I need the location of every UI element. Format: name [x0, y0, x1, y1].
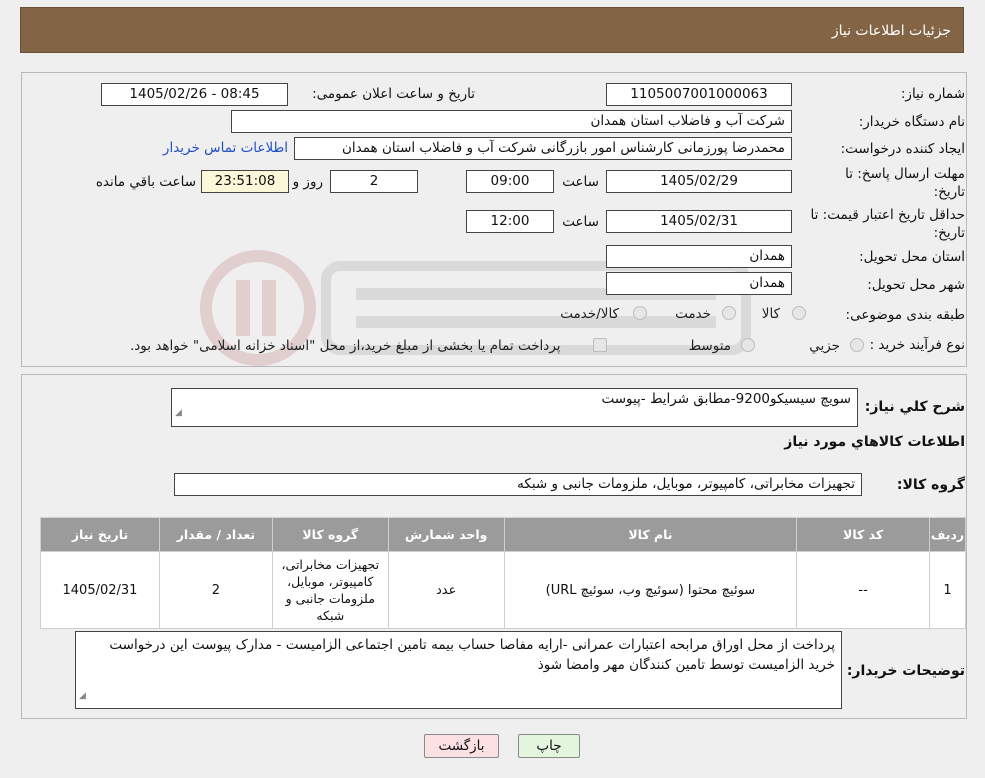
buyer-org-label: نام دستگاه خریدار: [858, 114, 965, 130]
col-quantity: تعداد / مقدار [158, 517, 273, 552]
province-field: همدان [606, 245, 792, 268]
col-row: رديف [929, 517, 966, 552]
need-number-field: 1105007001000063 [606, 83, 792, 106]
cell-row: 1 [929, 551, 966, 629]
announce-datetime-field: 1405/02/26 - 08:45 [101, 83, 288, 106]
process-type-label: نوع فرآیند خرید : [869, 337, 965, 353]
need-number-label: شماره نیاز: [900, 86, 965, 102]
days-remaining-field: 2 [330, 170, 418, 193]
page-title: جزئیات اطلاعات نیاز [831, 23, 951, 39]
days-label: روز و [292, 174, 323, 190]
validity-label-date: تاریخ: [933, 225, 965, 241]
deadline-label-date: تاریخ: [933, 184, 965, 200]
time-remaining-field: 23:51:08 [201, 170, 289, 193]
validity-time-field: 12:00 [466, 210, 554, 233]
cell-date: 1405/02/31 [40, 551, 160, 629]
col-date: تاريخ نياز [40, 517, 160, 552]
category-service-label: خدمت [675, 306, 711, 322]
deadline-date-field: 1405/02/29 [606, 170, 792, 193]
goods-group-label: گروه کالا: [896, 477, 965, 493]
deadline-time-field: 09:00 [466, 170, 554, 193]
creator-label: ایجاد کننده درخواست: [840, 141, 965, 157]
category-label: طبقه بندی موضوعی: [845, 307, 965, 323]
col-code: کد کالا [796, 517, 931, 552]
buyer-org-field: شرکت آب و فاضلاب استان همدان [231, 110, 792, 133]
category-goods-service-label: کالا/خدمت [560, 306, 619, 322]
cell-quantity: 2 [158, 551, 273, 629]
category-service-radio[interactable] [722, 306, 736, 320]
category-goods-radio[interactable] [792, 306, 806, 320]
goods-table: رديف کد کالا نام کالا واحد شمارش گروه کا… [40, 517, 966, 629]
table-row: 1 -- سوئیچ محتوا (سوئیچ وب، سوئیچ URL) ع… [40, 551, 966, 629]
col-group: گروه کالا [271, 517, 389, 552]
cell-code: -- [796, 551, 931, 629]
deadline-time-label: ساعت [562, 174, 599, 190]
col-name: نام کالا [503, 517, 798, 552]
process-medium-label: متوسط [688, 338, 731, 354]
creator-field: محمدرضا پورزمانی کارشناس امور بازرگانی ش… [294, 137, 792, 160]
description-label: شرح کلي نياز: [864, 399, 965, 415]
time-remaining-label: ساعت باقي مانده [95, 174, 196, 190]
back-button[interactable]: بازگشت [424, 734, 499, 758]
cell-unit: عدد [387, 551, 505, 629]
buyer-notes-label: توضيحات خريدار: [846, 663, 965, 679]
description-text: سویچ سیسیکو9200-مطابق شرایط -پیوست [601, 391, 851, 407]
page-header: جزئیات اطلاعات نیاز [20, 7, 964, 53]
category-goods-label: کالا [761, 306, 780, 322]
category-goods-service-radio[interactable] [633, 306, 647, 320]
buyer-notes-text: پرداخت از محل اوراق مرابحه اعتبارات عمرا… [109, 637, 835, 673]
process-medium-radio[interactable] [741, 338, 755, 352]
validity-date-field: 1405/02/31 [606, 210, 792, 233]
buyer-contact-link[interactable]: اطلاعات تماس خریدار [163, 140, 288, 156]
col-unit: واحد شمارش [387, 517, 505, 552]
validity-time-label: ساعت [562, 214, 599, 230]
treasury-checkbox[interactable] [593, 338, 607, 352]
resize-grip-icon[interactable]: ◢ [79, 686, 86, 706]
resize-grip-icon[interactable]: ◢ [175, 403, 182, 424]
deadline-label: مهلت ارسال پاسخ: تا [845, 166, 965, 182]
announce-label: تاریخ و ساعت اعلان عمومی: [312, 86, 475, 102]
description-field: سویچ سیسیکو9200-مطابق شرایط -پیوست ◢ [171, 388, 858, 427]
goods-table-header: رديف کد کالا نام کالا واحد شمارش گروه کا… [40, 517, 966, 552]
city-label: شهر محل تحویل: [867, 277, 965, 293]
print-button[interactable]: چاپ [518, 734, 580, 758]
province-label: استان محل تحویل: [859, 249, 965, 265]
cell-name: سوئیچ محتوا (سوئیچ وب، سوئیچ URL) [503, 551, 798, 629]
city-field: همدان [606, 272, 792, 295]
cell-group: تجهیزات مخابراتی، کامپیوتر، موبایل، ملزو… [271, 551, 389, 629]
process-minor-label: جزیي [809, 338, 840, 354]
validity-label: حداقل تاریخ اعتبار قیمت: تا [810, 207, 965, 223]
buyer-notes-field: پرداخت از محل اوراق مرابحه اعتبارات عمرا… [75, 631, 842, 709]
goods-info-title: اطلاعات کالاهاي مورد نياز [784, 434, 965, 450]
goods-group-field: تجهیزات مخابراتی، کامپیوتر، موبایل، ملزو… [174, 473, 862, 496]
treasury-note: پرداخت تمام یا بخشی از مبلغ خرید،از محل … [130, 338, 561, 354]
process-minor-radio[interactable] [850, 338, 864, 352]
